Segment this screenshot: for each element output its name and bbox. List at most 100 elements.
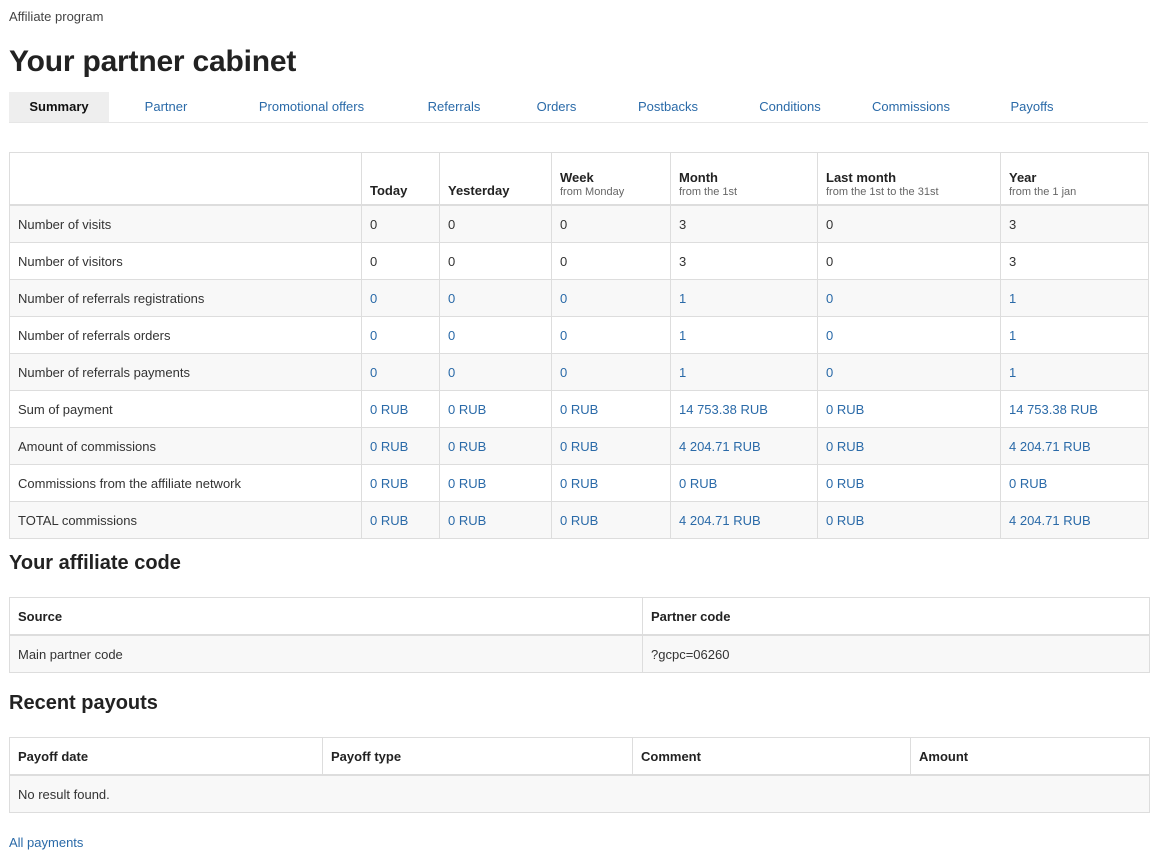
stat-cell: 0 RUB: [1000, 464, 1149, 502]
stat-link[interactable]: 0: [448, 328, 455, 343]
tab-summary[interactable]: Summary: [9, 92, 109, 122]
stat-link[interactable]: 0 RUB: [560, 439, 598, 454]
stat-cell: 0: [439, 242, 552, 280]
stat-cell: 1: [1000, 279, 1149, 317]
row-label: Number of visits: [9, 204, 362, 243]
table-row: Commissions from the affiliate network 0 …: [9, 464, 1149, 502]
row-label: Number of referrals registrations: [9, 279, 362, 317]
stat-link[interactable]: 1: [1009, 291, 1016, 306]
header-sublabel: from Monday: [560, 186, 625, 198]
stat-link[interactable]: 0 RUB: [826, 402, 864, 417]
tab-conditions[interactable]: Conditions: [731, 92, 849, 122]
stat-cell: 1: [670, 353, 818, 391]
stat-link[interactable]: 1: [679, 328, 686, 343]
stat-cell: 0: [551, 316, 671, 354]
stat-cell: 0: [551, 204, 671, 243]
tab-partner[interactable]: Partner: [109, 92, 223, 122]
stat-link[interactable]: 4 204.71 RUB: [1009, 439, 1091, 454]
breadcrumb: Affiliate program: [9, 9, 104, 24]
stat-link[interactable]: 0 RUB: [370, 402, 408, 417]
stat-link[interactable]: 0: [560, 365, 567, 380]
stat-cell: 0 RUB: [817, 427, 1001, 465]
tab-referrals[interactable]: Referrals: [400, 92, 508, 122]
all-payments-link[interactable]: All payments: [9, 835, 83, 850]
stat-link[interactable]: 0 RUB: [826, 513, 864, 528]
header-label: Last month: [826, 170, 897, 185]
stat-link[interactable]: 0: [560, 291, 567, 306]
tab-commissions[interactable]: Commissions: [849, 92, 973, 122]
stat-link[interactable]: 14 753.38 RUB: [1009, 402, 1098, 417]
stat-cell: 0 RUB: [361, 501, 440, 539]
stat-link[interactable]: 0: [826, 365, 833, 380]
stat-link[interactable]: 0 RUB: [448, 476, 486, 491]
tab-orders[interactable]: Orders: [508, 92, 605, 122]
stat-cell: 0: [817, 279, 1001, 317]
stat-cell: 4 204.71 RUB: [670, 501, 818, 539]
stat-cell: 0: [817, 316, 1001, 354]
stat-link[interactable]: 14 753.38 RUB: [679, 402, 768, 417]
header-label: Week: [560, 170, 594, 185]
partner-code-header: Partner code: [642, 597, 1150, 636]
row-label: Amount of commissions: [9, 427, 362, 465]
stat-link[interactable]: 0: [370, 291, 377, 306]
stat-cell: 0: [439, 316, 552, 354]
stat-link[interactable]: 0: [448, 365, 455, 380]
stat-link[interactable]: 0: [826, 328, 833, 343]
stat-link[interactable]: 0: [370, 365, 377, 380]
header-month: Month from the 1st: [670, 152, 818, 206]
stat-cell: 1: [1000, 316, 1149, 354]
amount-header[interactable]: Amount: [910, 737, 1150, 776]
stat-link[interactable]: 0 RUB: [370, 513, 408, 528]
stat-link[interactable]: 0 RUB: [560, 476, 598, 491]
stat-link[interactable]: 0 RUB: [1009, 476, 1047, 491]
recent-payouts-heading: Recent payouts: [9, 692, 158, 714]
row-label: TOTAL commissions: [9, 501, 362, 539]
stat-link[interactable]: 1: [679, 365, 686, 380]
stat-link[interactable]: 0 RUB: [448, 402, 486, 417]
stat-link[interactable]: 0 RUB: [448, 513, 486, 528]
stat-link[interactable]: 0: [560, 328, 567, 343]
tab-postbacks[interactable]: Postbacks: [605, 92, 731, 122]
stat-cell: 0 RUB: [551, 464, 671, 502]
stat-link[interactable]: 0 RUB: [679, 476, 717, 491]
stat-cell: 0 RUB: [551, 390, 671, 428]
tab-promotional-offers[interactable]: Promotional offers: [223, 92, 400, 122]
table-row: Number of referrals payments 0 0 0 1 0 1: [9, 353, 1149, 391]
header-sublabel: from the 1 jan: [1009, 186, 1077, 198]
stat-link[interactable]: 0 RUB: [560, 402, 598, 417]
stat-link[interactable]: 0 RUB: [448, 439, 486, 454]
source-header: Source: [9, 597, 643, 636]
tab-payoffs[interactable]: Payoffs: [973, 92, 1091, 122]
stat-cell: 3: [670, 204, 818, 243]
payoff-type-header[interactable]: Payoff type: [322, 737, 633, 776]
stat-link[interactable]: 0 RUB: [826, 439, 864, 454]
stat-link[interactable]: 1: [679, 291, 686, 306]
payoff-date-header[interactable]: Payoff date: [9, 737, 323, 776]
stat-link[interactable]: 1: [1009, 328, 1016, 343]
stat-link[interactable]: 0: [370, 328, 377, 343]
stat-cell: 0 RUB: [439, 390, 552, 428]
stat-link[interactable]: 0: [448, 291, 455, 306]
stat-link[interactable]: 4 204.71 RUB: [679, 513, 761, 528]
stat-link[interactable]: 0 RUB: [370, 439, 408, 454]
stat-cell: 0: [817, 204, 1001, 243]
header-label: Year: [1009, 170, 1037, 185]
stat-link[interactable]: 0 RUB: [370, 476, 408, 491]
source-cell: Main partner code: [9, 634, 643, 673]
stat-link[interactable]: 1: [1009, 365, 1016, 380]
header-sublabel: from the 1st: [679, 186, 738, 198]
stat-link[interactable]: 4 204.71 RUB: [679, 439, 761, 454]
stat-link[interactable]: 0: [826, 291, 833, 306]
stat-cell: 0: [551, 279, 671, 317]
table-row: Sum of payment 0 RUB 0 RUB 0 RUB 14 753.38 R…: [9, 390, 1149, 428]
stat-cell: 0 RUB: [439, 464, 552, 502]
affiliate-code-table: Source Partner code Main partner code ?g…: [9, 597, 1150, 673]
stat-cell: 0: [439, 204, 552, 243]
stat-cell: 0: [361, 279, 440, 317]
comment-header: Comment: [632, 737, 911, 776]
stat-link[interactable]: 0 RUB: [560, 513, 598, 528]
stat-link[interactable]: 4 204.71 RUB: [1009, 513, 1091, 528]
header-label: Month: [679, 170, 718, 185]
stat-link[interactable]: 0 RUB: [826, 476, 864, 491]
summary-stats-table: Today Yesterday Week from Monday Month from t…: [9, 152, 1149, 539]
